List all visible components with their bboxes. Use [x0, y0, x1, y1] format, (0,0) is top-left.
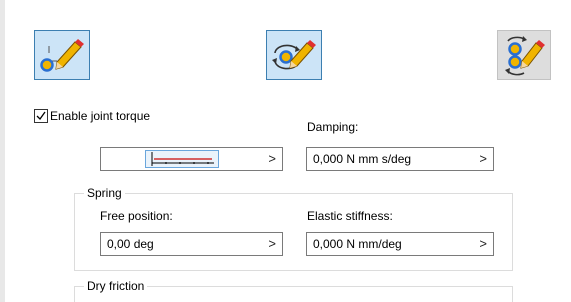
damping-dropdown[interactable]: 0,000 N mm s/deg > — [306, 147, 494, 171]
elastic-stiffness-dropdown[interactable]: 0,000 N mm/deg > — [306, 232, 494, 256]
two-joints-mode-button[interactable] — [497, 30, 551, 80]
elastic-stiffness-label: Elastic stiffness: — [307, 209, 393, 223]
free-position-arrow: > — [268, 236, 276, 251]
torque-graph-arrow: > — [268, 151, 276, 166]
torque-graph-icon — [151, 152, 214, 166]
point-pencil-icon — [40, 39, 84, 72]
torque-graph-preview — [145, 150, 219, 168]
enable-joint-torque-label: Enable joint torque — [50, 109, 151, 123]
damping-label: Damping: — [307, 120, 359, 134]
spring-group-title: Spring — [84, 186, 125, 200]
free-position-dropdown[interactable]: 0,00 deg > — [100, 232, 283, 256]
two-joints-pencil-icon — [505, 36, 545, 76]
checkmark-icon — [36, 111, 46, 121]
elastic-stiffness-value: 0,000 N mm/deg — [313, 237, 402, 251]
free-position-label: Free position: — [100, 209, 173, 223]
enable-joint-torque-row[interactable]: Enable joint torque — [34, 108, 150, 124]
rotation-mode-button[interactable] — [266, 30, 322, 80]
dry-friction-group-title: Dry friction — [84, 279, 148, 293]
damping-value: 0,000 N mm s/deg — [313, 152, 412, 166]
rotation-pencil-icon — [272, 40, 316, 70]
enable-joint-torque-checkbox[interactable] — [34, 109, 48, 123]
left-border — [0, 0, 5, 302]
damping-arrow: > — [479, 151, 487, 166]
point-mode-button[interactable] — [34, 30, 90, 80]
elastic-stiffness-arrow: > — [479, 236, 487, 251]
torque-graph-dropdown[interactable]: > — [100, 147, 283, 171]
free-position-value: 0,00 deg — [107, 237, 154, 251]
